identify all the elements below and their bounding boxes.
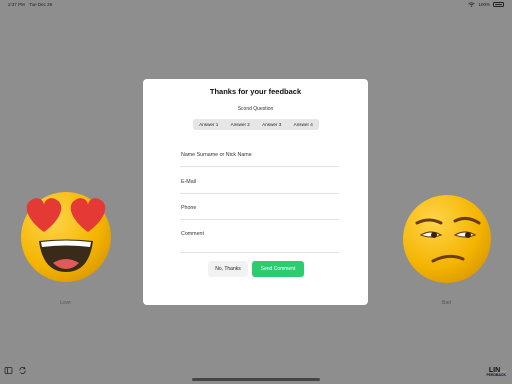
status-left: 2:37 PM Tue Dec 29 [8, 2, 52, 7]
email-field[interactable]: E-Mail [180, 178, 339, 194]
name-placeholder: Name Surname or Nick Name [181, 152, 252, 158]
status-time: 2:37 PM [8, 2, 25, 7]
app-logo: LIN... FEEDBACK [487, 367, 506, 378]
love-emoji-icon[interactable] [21, 192, 111, 282]
logo-subtitle: FEEDBACK [486, 373, 506, 377]
home-indicator[interactable] [192, 378, 320, 381]
phone-placeholder: Phone [181, 205, 197, 211]
sidebar-toggle-icon[interactable] [4, 366, 13, 375]
answer-option-3[interactable]: Answer 3 [256, 119, 288, 130]
answer-option-2[interactable]: Answer 2 [225, 119, 257, 130]
status-date: Tue Dec 29 [29, 2, 53, 7]
feedback-modal: Thanks for your feedback Scond Question … [143, 79, 368, 305]
send-comment-button[interactable]: Send Comment [252, 261, 304, 277]
rotate-icon[interactable] [18, 366, 27, 375]
name-field[interactable]: Name Surname or Nick Name [180, 151, 339, 167]
no-thanks-button[interactable]: No, Thanks [208, 261, 248, 277]
question-subtitle: Scond Question [237, 106, 274, 112]
status-bar: 2:37 PM Tue Dec 29 100% [0, 0, 512, 10]
phone-field[interactable]: Phone [180, 204, 339, 220]
battery-percent: 100% [478, 2, 490, 7]
comment-field[interactable]: Comment [180, 230, 339, 253]
status-right: 100% [468, 2, 504, 7]
email-placeholder: E-Mail [181, 179, 197, 185]
wifi-icon [468, 2, 476, 7]
answer-segmented-control: Answer 1 Answer 2 Answer 3 Answer 4 [193, 119, 319, 130]
answer-option-4[interactable]: Answer 4 [288, 119, 320, 130]
battery-icon [493, 2, 504, 7]
love-label: Love [60, 300, 71, 306]
modal-title: Thanks for your feedback [209, 87, 302, 96]
bad-label: Bad [442, 300, 451, 306]
answer-option-1[interactable]: Answer 1 [193, 119, 225, 130]
comment-placeholder: Comment [181, 231, 204, 237]
sad-emoji-icon[interactable] [403, 195, 491, 283]
